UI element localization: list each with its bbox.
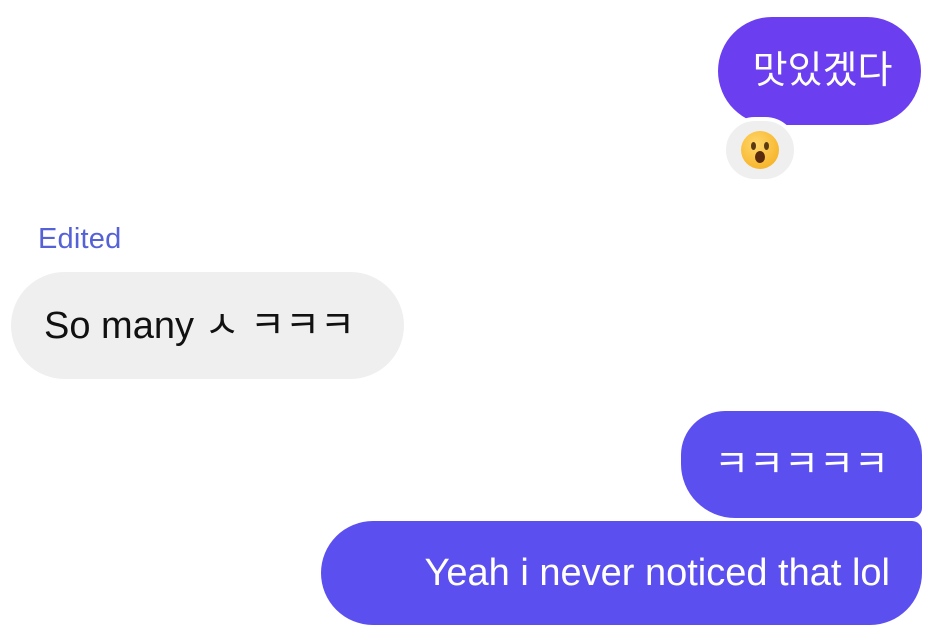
message-text: So many ㅅ ㅋㅋㅋ xyxy=(44,304,355,347)
astonished-face-emoji-icon xyxy=(741,131,779,169)
sent-message-bubble[interactable]: 맛있겠다 xyxy=(718,17,921,125)
sent-message-bubble[interactable]: Yeah i never noticed that lol xyxy=(321,521,922,625)
edited-label: Edited xyxy=(38,223,122,255)
message-text: Yeah i never noticed that lol xyxy=(424,552,890,594)
message-text: ㅋㅋㅋㅋㅋ xyxy=(714,443,889,486)
received-message-bubble[interactable]: So many ㅅ ㅋㅋㅋ xyxy=(11,272,404,379)
sent-message-bubble[interactable]: ㅋㅋㅋㅋㅋ xyxy=(681,411,922,518)
message-reaction[interactable] xyxy=(722,117,798,183)
message-text: 맛있겠다 xyxy=(752,50,893,92)
